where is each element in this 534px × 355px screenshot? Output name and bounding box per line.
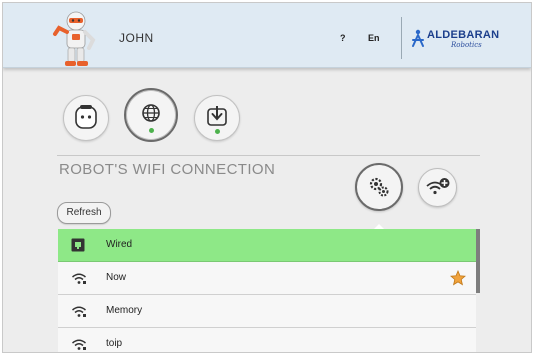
robot-name: JOHN <box>119 31 154 45</box>
wifi-icon <box>72 339 86 350</box>
app-window: JOHN ? En ALDEBARAN Robotics ROBOT'S WIF… <box>2 2 532 353</box>
wifi-icon <box>72 273 86 284</box>
tab-robot[interactable] <box>63 95 109 141</box>
wifi-icon <box>72 306 86 317</box>
status-dot <box>214 129 220 134</box>
refresh-button[interactable]: Refresh <box>57 202 111 224</box>
network-row-memory[interactable]: Memory <box>58 295 476 328</box>
network-row-toip[interactable]: toip <box>58 328 476 352</box>
status-dot <box>148 128 154 133</box>
language-button[interactable]: En <box>368 33 380 43</box>
tab-update[interactable] <box>194 95 240 141</box>
network-row-wired[interactable]: Wired <box>58 229 476 262</box>
robot-avatar <box>53 11 96 66</box>
gears-icon <box>369 177 389 197</box>
wifi-add-icon <box>426 178 450 195</box>
favorite-star-icon[interactable] <box>450 270 466 286</box>
help-button[interactable]: ? <box>340 33 346 43</box>
header-divider <box>401 17 402 59</box>
network-name: Now <box>106 272 127 283</box>
robot-face-icon <box>75 105 97 129</box>
brand-name: ALDEBARAN <box>427 29 500 41</box>
list-scrollbar[interactable] <box>476 229 480 293</box>
network-name: Memory <box>106 305 143 316</box>
section-divider <box>57 155 480 156</box>
tab-network[interactable] <box>124 88 178 142</box>
settings-button[interactable] <box>355 163 403 211</box>
add-wifi-button[interactable] <box>418 168 457 207</box>
network-list: Wired Now Memory toip <box>58 229 476 352</box>
section-title: ROBOT'S WIFI CONNECTION <box>59 161 276 178</box>
network-name: Wired <box>106 239 133 250</box>
aldebaran-logo-icon <box>412 29 424 47</box>
network-name: toip <box>106 338 123 349</box>
brand-subtitle: Robotics <box>451 41 482 49</box>
network-row-now[interactable]: Now <box>58 262 476 295</box>
header-bar: JOHN ? En ALDEBARAN Robotics <box>3 3 531 68</box>
ethernet-icon <box>71 238 85 252</box>
